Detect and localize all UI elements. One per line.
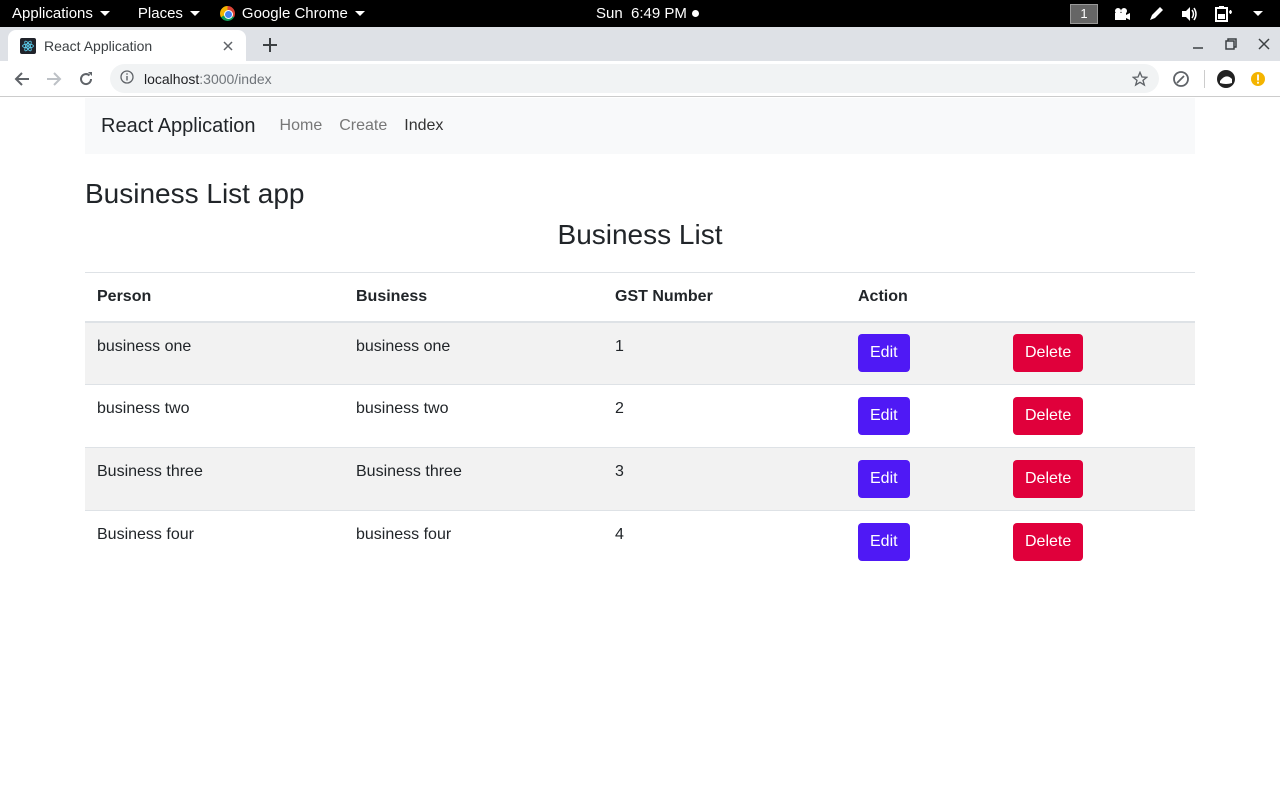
chrome-app-menu[interactable]: Google Chrome [214,0,371,27]
cell-person: Business three [85,447,344,511]
cell-person: business one [85,321,344,385]
camera-icon[interactable] [1112,4,1132,24]
cell-delete: Delete [1001,447,1195,511]
restore-icon[interactable] [1223,36,1239,52]
bookmark-star-icon[interactable] [1131,70,1149,88]
delete-button[interactable]: Delete [1013,523,1084,562]
applications-label: Applications [12,5,93,22]
table-row: business one business one 1 Edit Delete [85,321,1195,385]
workspace-indicator[interactable]: 1 [1070,3,1098,24]
cell-business: business two [344,384,603,448]
chrome-logo-icon [219,6,235,21]
browser-toolbar: localhost:3000/index [0,61,1280,97]
update-alert-icon[interactable] [1246,67,1270,91]
chrome-app-label: Google Chrome [241,5,348,22]
applications-menu[interactable]: Applications [6,0,116,27]
places-menu[interactable]: Places [132,0,206,27]
cell-delete: Delete [1001,510,1195,574]
clock[interactable]: Sun 6:49 PM [596,0,699,27]
edit-button[interactable]: Edit [858,460,910,498]
new-tab-icon[interactable] [258,33,282,57]
tab-react-application[interactable]: React Application [8,30,246,61]
forward-icon[interactable] [42,67,66,91]
cell-business: Business three [344,447,603,511]
url-path: :3000/index [199,70,272,87]
business-table: Person Business GST Number Action busine… [85,272,1195,574]
cell-delete: Delete [1001,384,1195,448]
delete-button[interactable]: Delete [1013,460,1084,498]
cell-business: business four [344,510,603,574]
extension-compass-icon[interactable] [1169,67,1193,91]
delete-button[interactable]: Delete [1013,334,1084,373]
cell-delete: Delete [1001,321,1195,385]
chevron-down-icon [99,11,110,16]
header-empty [1001,272,1195,323]
header-business: Business [344,272,603,323]
edit-button[interactable]: Edit [858,397,910,435]
url-host: localhost [144,70,200,87]
pen-icon[interactable] [1146,4,1166,24]
cell-person: Business four [85,510,344,574]
cell-gst: 1 [603,321,846,385]
clock-label: Sun 6:49 PM [596,5,687,22]
nav-link-create[interactable]: Create [339,117,387,135]
app-navbar: React Application Home Create Index [85,98,1195,154]
close-window-icon[interactable] [1256,36,1272,52]
volume-icon[interactable] [1180,4,1200,24]
reload-icon[interactable] [74,67,98,91]
cell-gst: 2 [603,384,846,448]
table-row: Business four business four 4 Edit Delet… [85,510,1195,574]
minimize-icon[interactable] [1190,36,1206,52]
page-content: React Application Home Create Index Busi… [0,98,1280,800]
table-header-row: Person Business GST Number Action [85,272,1195,323]
tab-title: React Application [44,37,153,54]
cell-business: business one [344,321,603,385]
tab-strip: React Application [0,27,1280,61]
system-tray: 1 [1070,0,1268,27]
cell-gst: 3 [603,447,846,511]
system-menu-chevron-icon[interactable] [1248,4,1268,24]
chevron-down-icon [354,11,365,16]
system-top-bar: Applications Places Google Chrome Sun 6:… [0,0,1280,27]
edit-button[interactable]: Edit [858,523,910,562]
places-label: Places [137,5,183,22]
address-bar[interactable]: localhost:3000/index [110,64,1159,93]
cell-edit: Edit [846,510,1001,574]
nav-link-index[interactable]: Index [404,117,443,135]
info-icon[interactable] [120,70,134,87]
nav-link-home[interactable]: Home [280,117,323,135]
list-title: Business List [557,219,723,250]
navbar-brand[interactable]: React Application [101,115,256,138]
profile-avatar-icon[interactable] [1214,67,1238,91]
cell-edit: Edit [846,384,1001,448]
delete-button[interactable]: Delete [1013,397,1084,435]
header-gst-number: GST Number [603,272,846,323]
react-favicon-icon [20,37,36,54]
edit-button[interactable]: Edit [858,334,910,373]
battery-icon[interactable] [1214,4,1234,24]
window-controls [1190,27,1272,61]
tab-close-icon[interactable] [220,38,236,54]
cell-person: business two [85,384,344,448]
cell-edit: Edit [846,447,1001,511]
cell-gst: 4 [603,510,846,574]
app-title: Business List app [85,178,305,209]
table-row: business two business two 2 Edit Delete [85,384,1195,448]
chevron-down-icon [189,11,200,16]
notification-dot-icon [691,10,699,17]
table-row: Business three Business three 3 Edit Del… [85,447,1195,511]
back-icon[interactable] [10,67,34,91]
header-action: Action [846,272,1001,323]
header-person: Person [85,272,344,323]
cell-edit: Edit [846,321,1001,385]
toolbar-divider [1204,70,1205,88]
